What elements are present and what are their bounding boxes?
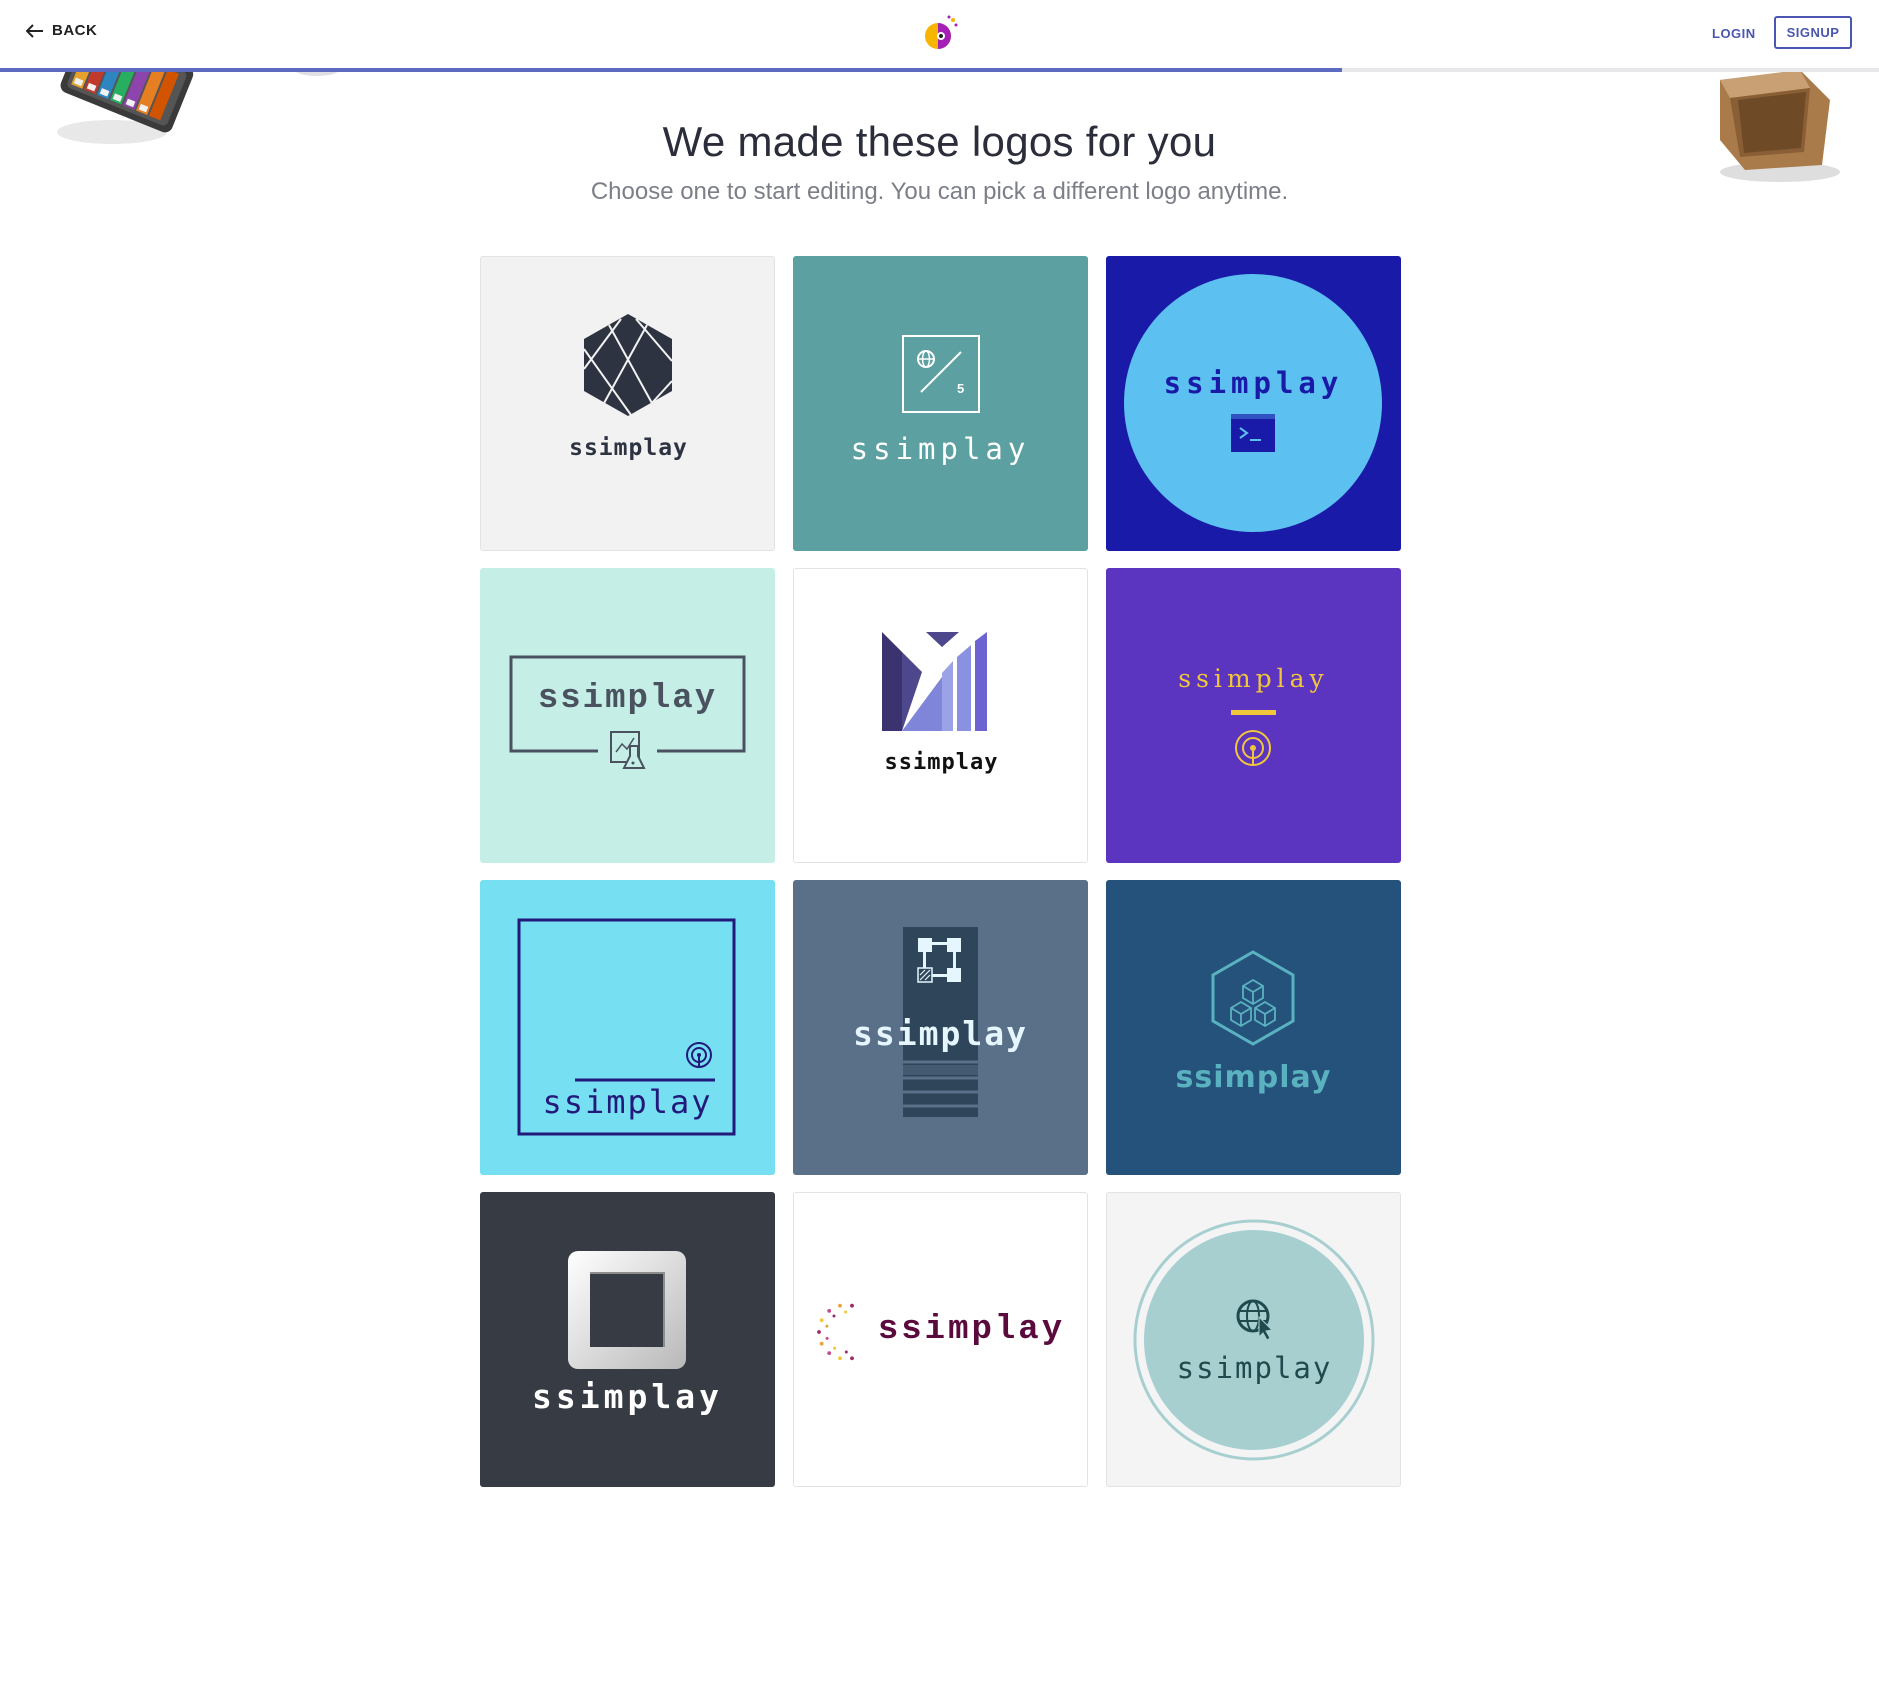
- back-label: BACK: [52, 22, 98, 39]
- hexagon-icon: [583, 314, 673, 416]
- logo-option-6[interactable]: ssimplay: [1106, 568, 1401, 863]
- logo-option-3[interactable]: ssimplay: [1106, 256, 1401, 551]
- logo-option-4[interactable]: ssimplay: [480, 568, 775, 863]
- dot: [817, 1330, 821, 1334]
- broadcast-icon: [1231, 710, 1276, 766]
- broadcast-icon: [517, 918, 736, 1136]
- m-letter-icon: [882, 632, 987, 731]
- login-link[interactable]: LOGIN: [1712, 26, 1756, 41]
- arrow-left-icon: [26, 23, 43, 38]
- dot: [850, 1356, 854, 1361]
- logo-option-10[interactable]: ssimplay: [480, 1192, 775, 1487]
- logo-brand-name: ssimplay: [877, 1311, 1066, 1349]
- dot: [844, 1350, 848, 1354]
- signup-button[interactable]: SIGNUP: [1774, 16, 1852, 49]
- terminal-icon: [1124, 274, 1382, 532]
- logo-brand-name: ssimplay: [1175, 1060, 1332, 1095]
- logo-brand-name: ssimplay: [884, 750, 999, 775]
- globe-cursor-icon: [1133, 1219, 1375, 1461]
- logo-option-8[interactable]: ssimplay: [793, 880, 1088, 1175]
- progress-bar: [0, 68, 1879, 72]
- logo-brand-name: ssimplay: [532, 1377, 723, 1416]
- logo-brand-name: ssimplay: [850, 432, 1031, 466]
- icon-label: 5: [957, 381, 964, 396]
- logo-brand-name: ssimplay: [569, 435, 688, 461]
- brand-logo-icon[interactable]: [920, 14, 960, 54]
- dot: [838, 1303, 842, 1308]
- logo-option-1[interactable]: ssimplay: [480, 256, 775, 551]
- logo-option-5[interactable]: ssimplay: [793, 568, 1088, 863]
- logo-brand-name: ssimplay: [853, 1014, 1028, 1053]
- logo-option-2[interactable]: 5 ssimplay: [793, 256, 1088, 551]
- progress-bar-fill: [0, 68, 1342, 72]
- page-header: We made these logos for you Choose one t…: [0, 118, 1879, 206]
- cubes-icon: [1211, 950, 1295, 1046]
- logo-brand-name: ssimplay: [1163, 366, 1344, 400]
- dot: [838, 1356, 842, 1361]
- top-navigation-bar: BACK LOGIN SIGNUP: [0, 0, 1879, 70]
- logo-brand-name: ssimplay: [537, 680, 718, 718]
- logo-grid: ssimplay 5 ssimplay ssimplay ssimplay ss…: [480, 256, 1401, 1487]
- percent-globe-icon: 5: [902, 335, 980, 413]
- logo-brand-name: ssimplay: [1178, 664, 1329, 693]
- square-frame-icon: [568, 1251, 686, 1369]
- logo-option-11[interactable]: ssimplay: [793, 1192, 1088, 1487]
- dot: [850, 1303, 854, 1308]
- dot: [827, 1351, 832, 1355]
- logo-option-12[interactable]: ssimplay: [1106, 1192, 1401, 1487]
- page-subtitle: Choose one to start editing. You can pic…: [590, 178, 1289, 205]
- logo-option-9[interactable]: ssimplay: [1106, 880, 1401, 1175]
- page-title: We made these logos for you: [662, 118, 1217, 165]
- logo-brand-name: ssimplay: [1176, 1351, 1333, 1385]
- logo-brand-name: ssimplay: [542, 1083, 713, 1121]
- logo-option-7[interactable]: ssimplay: [480, 880, 775, 1175]
- back-button[interactable]: BACK: [26, 22, 97, 39]
